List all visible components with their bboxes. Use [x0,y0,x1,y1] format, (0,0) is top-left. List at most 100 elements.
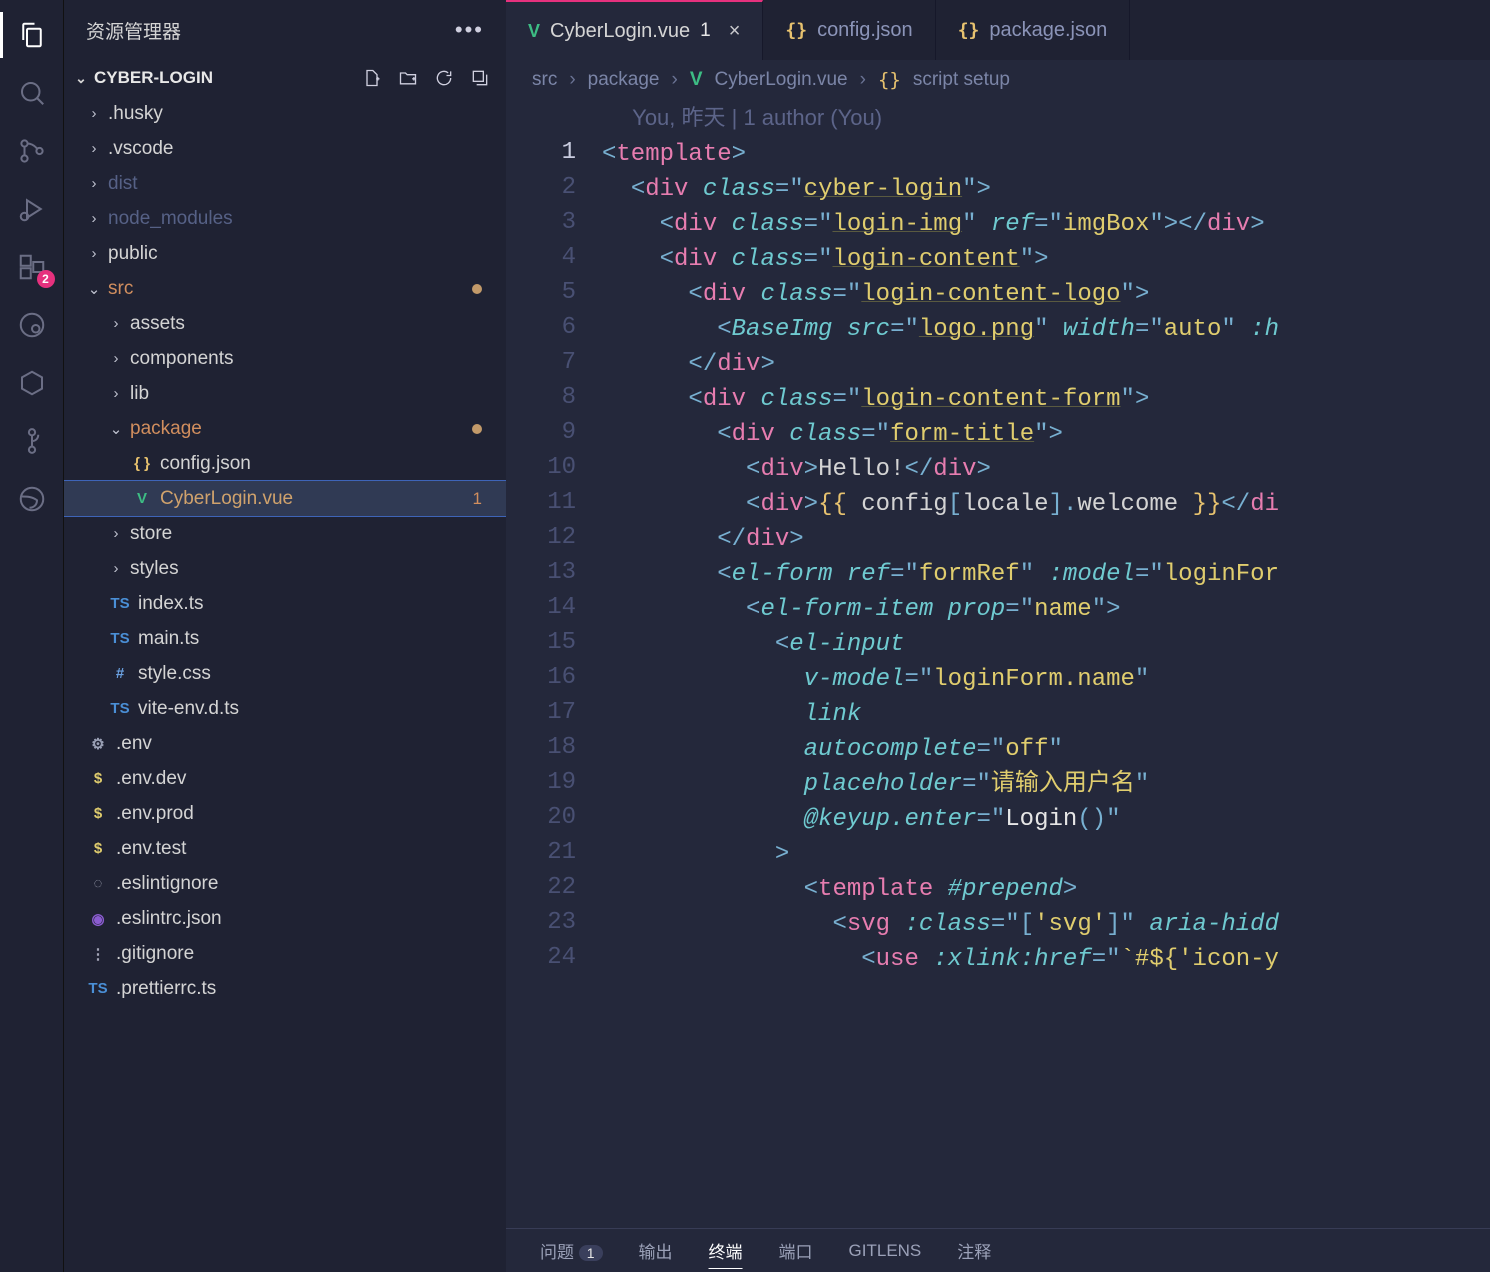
folder-components[interactable]: ›components [64,341,506,376]
file-vite-env-d-ts[interactable]: TSvite-env.d.ts [64,691,506,726]
panel-terminal[interactable]: 终端 [709,1238,743,1263]
panel-gitlens[interactable]: GITLENS [849,1241,922,1261]
activity-hex-icon[interactable] [15,366,49,400]
file--env-prod[interactable]: $.env.prod [64,796,506,831]
folder--vscode[interactable]: ›.vscode [64,131,506,166]
ts-icon: TS [108,595,132,612]
ts-icon: TS [108,630,132,647]
tree-item-label: index.ts [138,593,203,615]
section-name: CYBER-LOGIN [94,68,213,88]
folder-node_modules[interactable]: ›node_modules [64,201,506,236]
tree-item-label: .husky [108,103,163,125]
section-header[interactable]: ⌄ CYBER-LOGIN [64,60,506,96]
file--env-dev[interactable]: $.env.dev [64,761,506,796]
breadcrumbs[interactable]: src › package › V CyberLogin.vue › {} sc… [506,60,1490,100]
sidebar-header: 资源管理器 ••• [64,0,506,60]
activity-scm-icon[interactable] [15,134,49,168]
panel-problems[interactable]: 问题 1 [540,1238,603,1263]
crumb: src [532,69,557,91]
file-CyberLogin-vue[interactable]: VCyberLogin.vue1 [64,481,506,516]
tree-item-label: .eslintignore [116,873,218,895]
vue-icon: V [130,490,154,507]
activity-extensions-icon[interactable]: 2 [15,250,49,284]
tab-label: CyberLogin.vue [550,20,690,43]
close-icon[interactable]: × [729,20,741,43]
brace-icon: {} [878,69,901,91]
new-folder-icon[interactable] [398,68,418,88]
file-style-css[interactable]: # style.css [64,656,506,691]
chevron-right-icon: › [108,350,124,367]
activity-remote-icon[interactable] [15,308,49,342]
modified-dot-icon [472,284,482,294]
chevron-right-icon: › [86,105,102,122]
folder--husky[interactable]: › .husky [64,96,506,131]
crumb: script setup [913,69,1010,91]
folder-store[interactable]: ›store [64,516,506,551]
modified-indicator: 1 [700,20,711,42]
activity-git-icon[interactable] [15,424,49,458]
activity-debug-icon[interactable] [15,192,49,226]
tab-CyberLogin-vue[interactable]: VCyberLogin.vue1× [506,0,763,60]
chevron-down-icon: ⌄ [108,420,124,438]
css-icon: # [108,665,132,682]
tree-item-label: styles [130,558,179,580]
tab-config-json[interactable]: {} config.json [763,0,935,60]
tree-item-label: node_modules [108,208,233,230]
panel-output[interactable]: 输出 [639,1238,673,1263]
folder-assets[interactable]: ›assets [64,306,506,341]
modified-dot-icon [472,424,482,434]
chevron-right-icon: › [86,245,102,262]
code-editor[interactable]: 123456789101112131415161718192021222324 … [506,100,1490,1228]
activity-edge-icon[interactable] [15,482,49,516]
chevron-down-icon: ⌄ [86,280,102,298]
vue-icon: V [690,69,703,91]
ts-icon: TS [86,980,110,997]
tree-item-label: main.ts [138,628,199,650]
activity-search-icon[interactable] [15,76,49,110]
json-icon: { } [130,455,154,472]
tree-item-label: style.css [138,663,211,685]
chevron-right-icon: › [108,315,124,332]
panel-comments[interactable]: 注释 [957,1238,991,1263]
refresh-icon[interactable] [434,68,454,88]
tab-package-json[interactable]: {}package.json [936,0,1131,60]
folder-src[interactable]: ⌄ src [64,271,506,306]
file-index-ts[interactable]: TS index.ts [64,586,506,621]
tree-item-label: .vscode [108,138,173,160]
folder-styles[interactable]: ›styles [64,551,506,586]
chevron-down-icon: ⌄ [72,70,90,87]
tree-item-label: public [108,243,158,265]
tree-item-label: .env [116,733,152,755]
file--prettierrc-ts[interactable]: TS.prettierrc.ts [64,971,506,1006]
edge-icon: ◉ [86,910,110,928]
sidebar-more-icon[interactable]: ••• [455,17,484,43]
file--eslintignore[interactable]: ◌.eslintignore [64,866,506,901]
folder-lib[interactable]: ›lib [64,376,506,411]
crumb: package [588,69,660,91]
folder-public[interactable]: › public [64,236,506,271]
file--eslintrc-json[interactable]: ◉.eslintrc.json [64,901,506,936]
tree-item-label: .gitignore [116,943,194,965]
folder-package[interactable]: ⌄package [64,411,506,446]
dollar-icon: $ [86,840,110,857]
editor-group: V CyberLogin.vue 1 × {} config.json {}package.… [506,0,1490,1272]
panel-ports[interactable]: 端口 [779,1238,813,1263]
folder-dist[interactable]: ›dist [64,166,506,201]
file--env-test[interactable]: $.env.test [64,831,506,866]
tree-item-label: lib [130,383,149,405]
file--env[interactable]: ⚙.env [64,726,506,761]
tab-bar: VCyberLogin.vue1×{}config.json{}package.… [506,0,1490,60]
tree-item-label: vite-env.d.ts [138,698,239,720]
file--gitignore[interactable]: ⋮.gitignore [64,936,506,971]
tab-label: config.json [817,19,913,42]
file-main-ts[interactable]: TS main.ts [64,621,506,656]
sidebar-title: 资源管理器 [86,17,181,44]
new-file-icon[interactable] [362,68,382,88]
crumb: CyberLogin.vue [715,69,848,91]
brace-icon: {} [785,20,807,41]
file-config-json[interactable]: { }config.json [64,446,506,481]
activity-explorer-icon[interactable] [15,18,49,52]
code-content: You, 昨天 | 1 author (You)<template> <div … [598,100,1490,1228]
collapse-icon[interactable] [470,68,490,88]
tree-item-label: src [108,278,133,300]
